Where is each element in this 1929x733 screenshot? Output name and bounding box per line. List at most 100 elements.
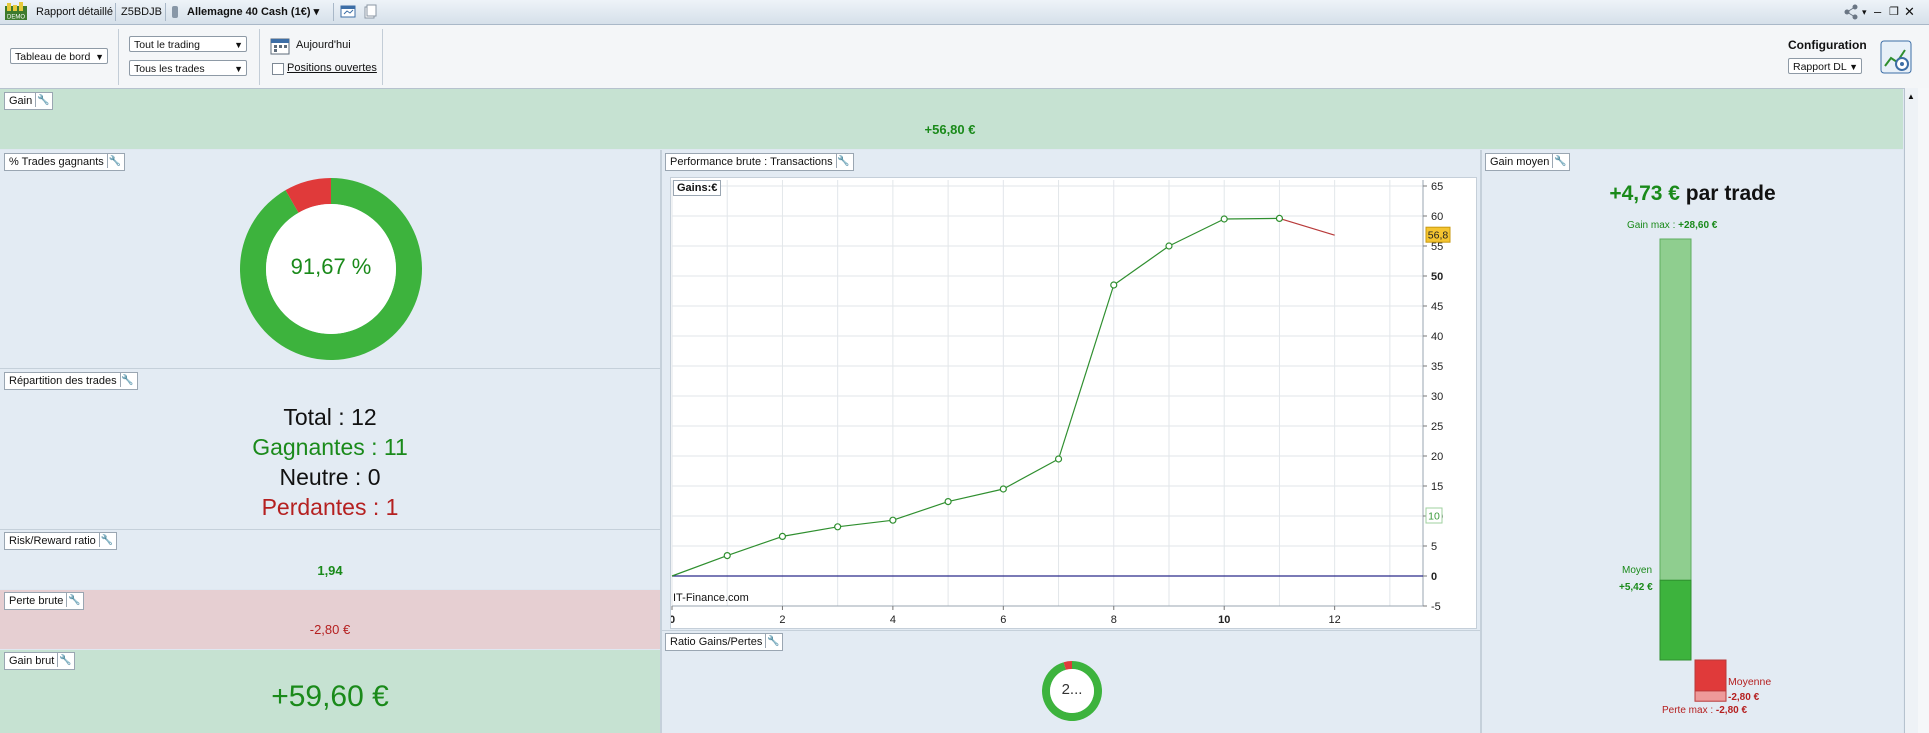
scroll-up-icon[interactable]: ▲ xyxy=(1907,92,1915,101)
grip-icon xyxy=(170,3,180,21)
series-segment xyxy=(837,519,893,528)
x-tick-label: 10 xyxy=(1218,614,1230,626)
gain-panel: Gain 🔧 +56,80 € xyxy=(0,89,1903,149)
minimize-icon[interactable]: – xyxy=(1874,3,1881,21)
wrench-icon[interactable]: 🔧 xyxy=(106,154,122,168)
marker-label: 10 xyxy=(1428,511,1440,523)
share-dropdown-icon[interactable]: ▾ xyxy=(1862,3,1867,21)
series-segment xyxy=(1168,218,1225,247)
wrench-icon[interactable]: 🔧 xyxy=(835,154,851,168)
toolbar: Tableau de bord ▼ Tout le trading ▼ Tous l… xyxy=(0,25,1929,89)
win-rate-title-text: % Trades gagnants xyxy=(9,156,104,168)
win-rate-title[interactable]: % Trades gagnants 🔧 xyxy=(4,153,125,171)
y-tick-label: -5 xyxy=(1431,601,1441,613)
data-point xyxy=(944,498,952,506)
configuration-title: Configuration xyxy=(1788,38,1867,52)
ratio-title[interactable]: Ratio Gains/Pertes 🔧 xyxy=(665,633,784,651)
y-tick-label: 5 xyxy=(1431,541,1437,553)
y-tick-label: 45 xyxy=(1431,301,1443,313)
total-trades: Total : 12 xyxy=(283,404,377,430)
y-tick-label: 20 xyxy=(1431,451,1443,463)
data-point xyxy=(1220,215,1228,223)
distribution-panel: Répartition des trades 🔧 Total : 12 Gagna… xyxy=(0,369,660,529)
distribution-title[interactable]: Répartition des trades 🔧 xyxy=(4,372,138,390)
open-positions-label[interactable]: Positions ouvertes xyxy=(287,62,377,74)
ratio-title-text: Ratio Gains/Pertes xyxy=(670,636,763,648)
series-segment xyxy=(892,501,949,521)
series-segment xyxy=(1224,217,1280,220)
wrench-icon[interactable]: 🔧 xyxy=(98,533,114,547)
trades-select[interactable]: Tous les trades ▼ xyxy=(129,60,247,76)
gain-avg-bar xyxy=(1659,579,1692,661)
open-positions-checkbox[interactable] xyxy=(272,63,284,75)
neutral-trades: Neutre : 0 xyxy=(279,464,381,490)
series-segment xyxy=(782,526,838,537)
x-tick-label: 4 xyxy=(890,614,896,626)
y-tick-label: 0 xyxy=(1431,571,1437,583)
winning-trades: Gagnantes : 11 xyxy=(252,434,408,460)
x-tick-label: 6 xyxy=(1000,614,1006,626)
chevron-down-icon: ▼ xyxy=(234,64,243,74)
chart-watermark: IT-Finance.com xyxy=(673,592,749,604)
report-settings-icon[interactable] xyxy=(1880,40,1912,74)
dashboard-select[interactable]: Tableau de bord ▼ xyxy=(10,48,108,64)
instrument-selector[interactable]: Allemagne 40 Cash (1€) ▾ xyxy=(187,3,319,21)
losing-trades: Perdantes : 1 xyxy=(261,494,399,520)
config-select[interactable]: Rapport DL ▼ xyxy=(1788,58,1862,74)
wrench-icon[interactable]: 🔧 xyxy=(35,93,50,107)
config-select-value: Rapport DL xyxy=(1793,61,1847,73)
x-tick-label: 8 xyxy=(1111,614,1117,626)
gross-loss-value: -2,80 € xyxy=(309,622,351,637)
copy-icon[interactable] xyxy=(363,3,377,21)
gross-gain-panel: Gain brut 🔧 +59,60 € xyxy=(0,650,660,733)
chevron-down-icon: ▼ xyxy=(1849,62,1858,72)
report-label: Rapport détaillé xyxy=(36,6,114,18)
loss-avg-bar xyxy=(1694,659,1727,692)
y-tick-label: 40 xyxy=(1431,331,1443,343)
gross-gain-title[interactable]: Gain brut 🔧 xyxy=(4,652,76,670)
series-segment xyxy=(671,555,728,577)
data-point xyxy=(999,485,1007,493)
series-segment xyxy=(1279,217,1335,236)
loss-max-label: Perte max : -2,80 € xyxy=(1662,705,1747,716)
gross-loss-title[interactable]: Perte brute 🔧 xyxy=(4,592,85,610)
risk-reward-panel: Risk/Reward ratio 🔧 1,94 xyxy=(0,530,660,589)
win-rate-panel: % Trades gagnants 🔧 91,67 % xyxy=(0,150,660,368)
wrench-icon[interactable]: 🔧 xyxy=(66,593,81,607)
last-value-label: 56,8 xyxy=(1428,230,1449,242)
loss-avg-value: -2,80 € xyxy=(1728,692,1760,703)
restore-icon[interactable]: ❐ xyxy=(1889,3,1899,21)
performance-title[interactable]: Performance brute : Transactions 🔧 xyxy=(665,153,854,171)
data-point xyxy=(1165,242,1173,250)
wrench-icon[interactable]: 🔧 xyxy=(765,634,780,648)
data-point xyxy=(778,532,787,540)
y-tick-label: 30 xyxy=(1431,391,1443,403)
data-point xyxy=(834,523,842,531)
gross-loss-title-text: Perte brute xyxy=(9,595,64,607)
ratio-value: 2... xyxy=(1061,681,1083,698)
risk-reward-title[interactable]: Risk/Reward ratio 🔧 xyxy=(4,532,117,550)
avg-label: Moyen xyxy=(1622,565,1653,576)
chevron-down-icon: ▼ xyxy=(234,40,243,50)
performance-chart-frame: -5 0 5 10 15 20 25 30 35 40 45 50 55 60 65 0 2 4 6 8 10 12 56,… xyxy=(669,177,1477,629)
series-segment xyxy=(1003,458,1059,490)
y-tick-label: 35 xyxy=(1431,361,1443,373)
y-tick-label: 25 xyxy=(1431,421,1443,433)
close-icon[interactable]: ✕ xyxy=(1904,3,1915,21)
avg-value: +5,42 € xyxy=(1619,582,1653,593)
chevron-down-icon: ▾ xyxy=(313,6,320,18)
wrench-icon[interactable]: 🔧 xyxy=(57,653,72,667)
loss-max-label-text: Perte max : xyxy=(1662,705,1716,716)
gross-gain-title-text: Gain brut xyxy=(9,655,55,667)
instrument-label: Allemagne 40 Cash (1€) xyxy=(187,6,311,18)
data-point xyxy=(1110,281,1118,289)
today-button[interactable]: Aujourd'hui xyxy=(296,39,351,51)
window-icon[interactable] xyxy=(340,3,356,21)
calendar-icon[interactable] xyxy=(270,36,290,56)
series-segment xyxy=(1113,245,1170,286)
gain-panel-title[interactable]: Gain 🔧 xyxy=(4,92,54,110)
vertical-scrollbar[interactable]: ▲ xyxy=(1904,88,1919,733)
wrench-icon[interactable]: 🔧 xyxy=(119,373,135,387)
trading-select[interactable]: Tout le trading ▼ xyxy=(129,36,247,52)
share-icon[interactable] xyxy=(1843,3,1859,21)
